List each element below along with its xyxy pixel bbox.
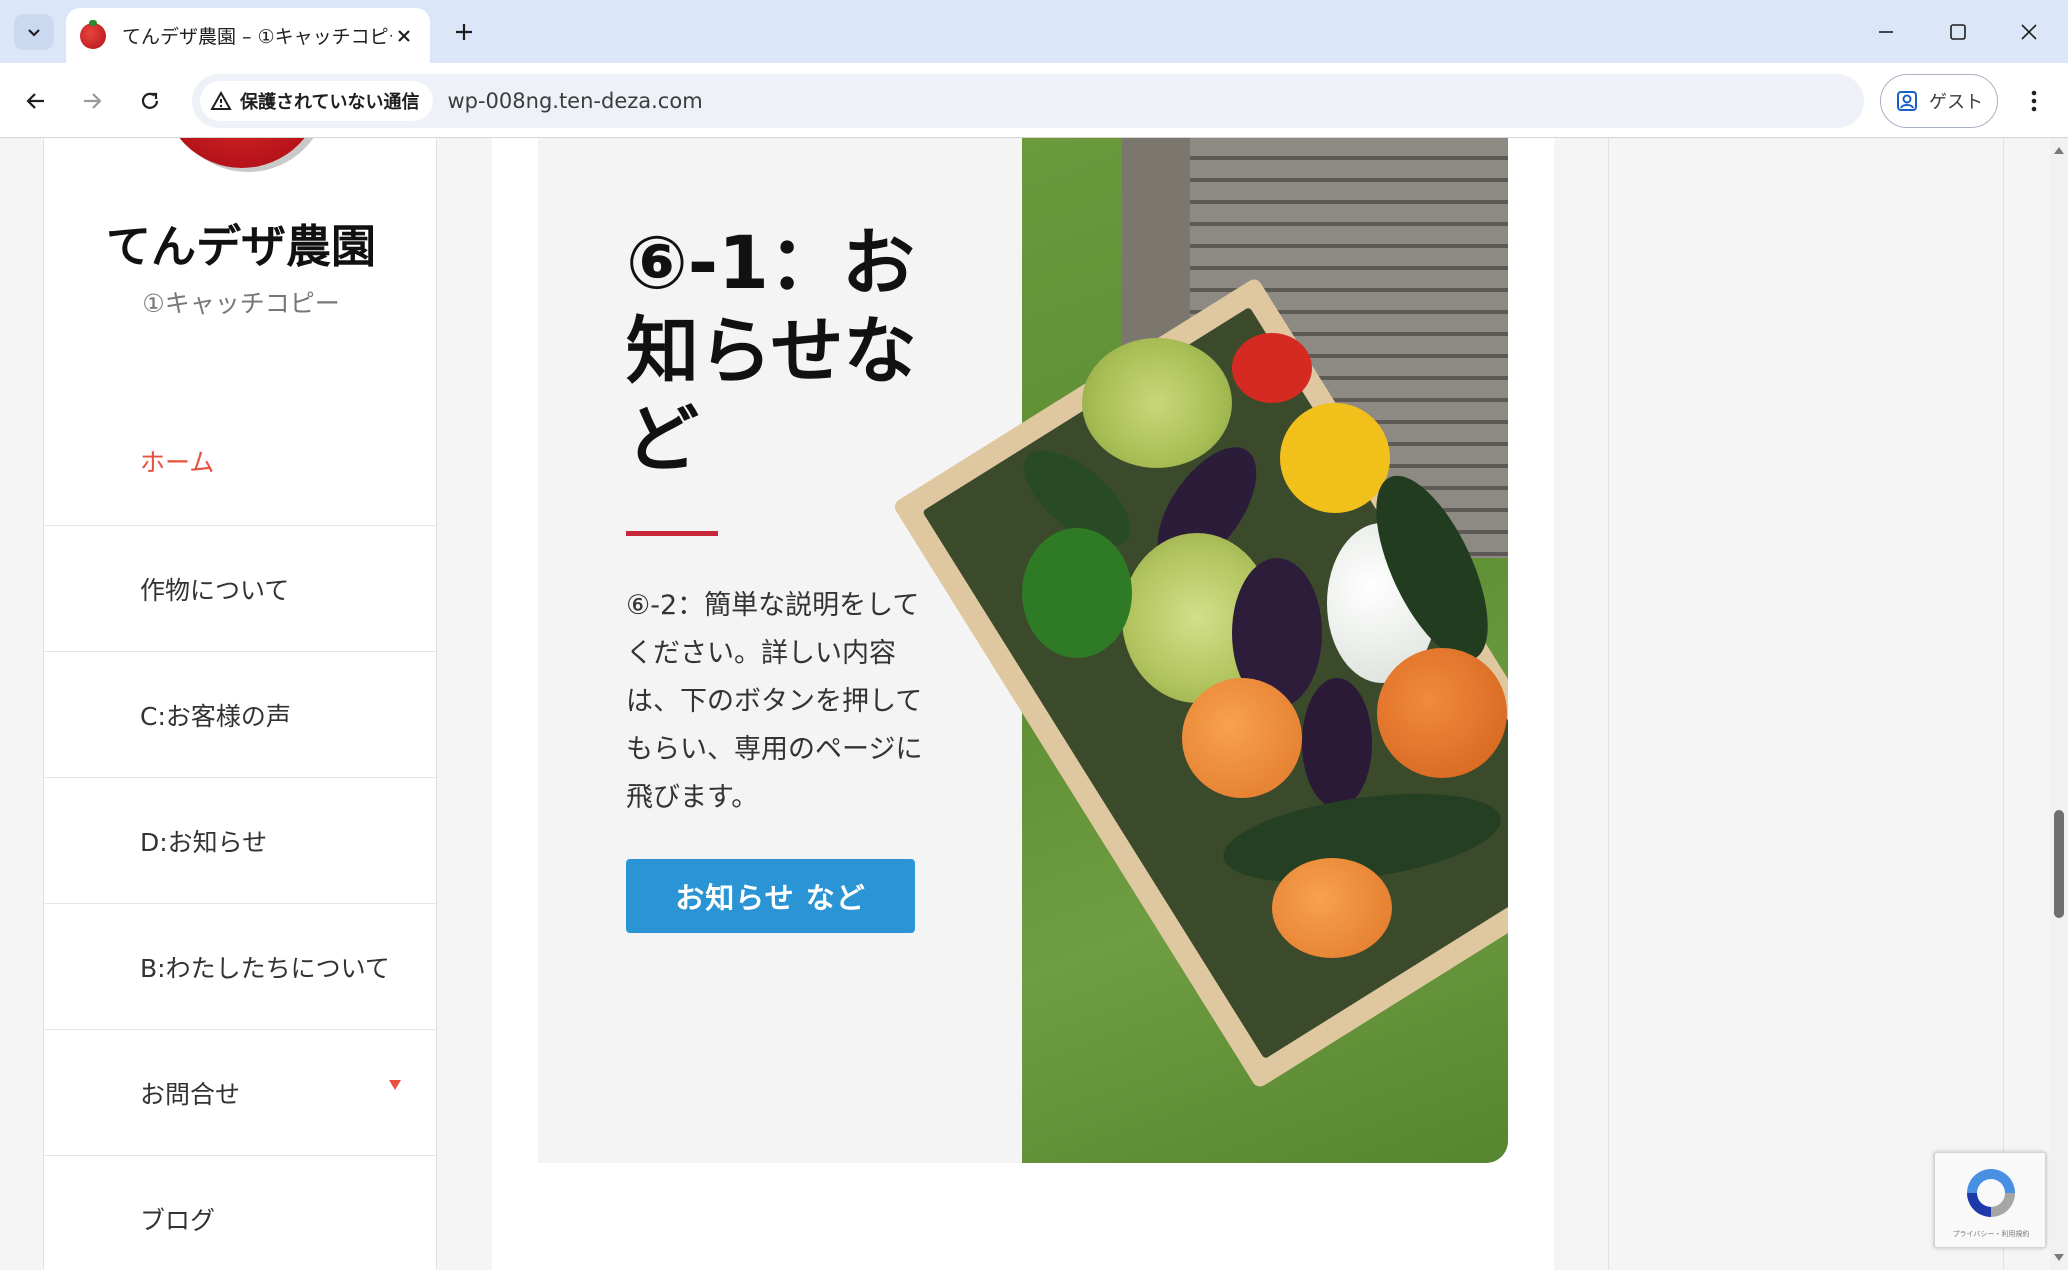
recaptcha-terms[interactable]: プライバシー・利用規約 — [1935, 1229, 2047, 1239]
new-tab-button[interactable] — [446, 14, 482, 50]
sidebar-item-blog[interactable]: ブログ — [44, 1155, 438, 1270]
security-indicator[interactable]: 保護されていない通信 — [200, 81, 434, 121]
sidebar-item-testimonials[interactable]: C:お客様の声 — [44, 651, 438, 777]
minimize-button[interactable] — [1856, 8, 1916, 56]
scroll-up-icon[interactable] — [2053, 144, 2065, 156]
more-vertical-icon — [2031, 90, 2037, 112]
close-icon — [2021, 24, 2037, 40]
forward-button[interactable] — [70, 79, 114, 123]
reload-button[interactable] — [128, 79, 172, 123]
minimize-icon — [1879, 31, 1893, 33]
recaptcha-badge[interactable]: プライバシー・利用規約 — [1934, 1152, 2046, 1248]
window-close-button[interactable] — [1999, 8, 2059, 56]
photo-red-pepper — [1232, 333, 1312, 403]
url-text: wp-008ng.ten-deza.com — [447, 89, 703, 113]
arrow-right-icon — [84, 93, 102, 109]
profile-button[interactable]: ゲスト — [1880, 74, 1998, 128]
photo-green-pepper — [1022, 528, 1132, 658]
sidebar-item-label: ホーム — [140, 448, 215, 477]
maximize-icon — [1950, 24, 1966, 40]
browser-toolbar: 保護されていない通信 wp-008ng.ten-deza.com ゲスト — [0, 63, 2068, 138]
browser-menu-button[interactable] — [2012, 79, 2056, 123]
site-tagline: ①キャッチコピー — [142, 289, 340, 318]
feature-description: ⑥-2：簡単な説明をしてください。詳しい内容は、下のボタンを押してもらい、専用の… — [626, 590, 923, 813]
photo-yellow-pepper — [1280, 403, 1390, 513]
photo-orange-2 — [1272, 858, 1392, 958]
tomato-logo[interactable] — [162, 138, 322, 168]
sidebar-item-label: B:わたしたちについて — [140, 953, 390, 983]
heading-divider — [626, 531, 718, 536]
plus-icon — [456, 24, 472, 40]
photo-grapes — [1082, 338, 1232, 468]
maximize-button[interactable] — [1928, 8, 1988, 56]
address-bar[interactable]: 保護されていない通信 wp-008ng.ten-deza.com — [192, 74, 1864, 128]
browser-tab-active[interactable]: てんデザ農園 – ①キャッチコピー — [66, 8, 430, 63]
profile-icon — [1897, 91, 1917, 111]
site-sidebar: てんデザ農園 ①キャッチコピー ホーム 作物について C:お客様の声 D:お知ら… — [43, 138, 438, 1270]
sidebar-item-label: D:お知らせ — [140, 827, 268, 857]
warning-icon — [210, 91, 232, 110]
tab-search-button[interactable] — [14, 14, 54, 50]
page-scrollbar[interactable] — [2050, 138, 2068, 1270]
sidebar-item-news[interactable]: D:お知らせ — [44, 777, 438, 903]
close-icon — [398, 29, 410, 42]
sidebar-item-label: ブログ — [140, 1205, 216, 1235]
tab-title: てんデザ農園 – ①キャッチコピー — [122, 26, 392, 48]
right-column — [1608, 138, 2004, 1270]
recaptcha-icon — [1967, 1169, 2015, 1217]
sidebar-item-contact[interactable]: お問合せ — [44, 1029, 438, 1155]
reload-icon — [141, 92, 159, 109]
site-title[interactable]: てんデザ農園 — [44, 210, 438, 275]
tomato-favicon-icon — [80, 19, 106, 49]
sidebar-menu: ホーム 作物について C:お客様の声 D:お知らせ B:わたしたちについて お問… — [44, 448, 438, 1270]
sidebar-item-about[interactable]: B:わたしたちについて — [44, 903, 438, 1029]
profile-label: ゲスト — [1929, 92, 1983, 113]
scroll-thumb[interactable] — [2054, 810, 2064, 918]
sidebar-item-home[interactable]: ホーム — [44, 397, 438, 525]
submenu-arrow-icon[interactable] — [389, 1080, 401, 1090]
feature-heading: ⑥-1：お知らせなど — [626, 221, 917, 482]
security-label: 保護されていない通信 — [240, 92, 420, 113]
tab-strip: てんデザ農園 – ①キャッチコピー — [0, 0, 2068, 63]
chevron-down-icon — [28, 29, 40, 37]
vegetable-crate-photo — [891, 138, 1508, 1163]
news-feature-section: ⑥-1：お知らせなど ⑥-2：簡単な説明をしてください。詳しい内容は、下のボタン… — [538, 138, 1508, 1163]
photo-orange-1 — [1182, 678, 1302, 798]
photo-eggplant-3 — [1302, 678, 1372, 808]
sidebar-item-label: C:お客様の声 — [140, 701, 291, 731]
scroll-down-icon[interactable] — [2053, 1252, 2065, 1264]
sidebar-item-crops[interactable]: 作物について — [44, 525, 438, 651]
news-button[interactable]: お知らせ など — [626, 859, 915, 933]
back-button[interactable] — [14, 79, 58, 123]
arrow-left-icon — [26, 93, 44, 109]
photo-pumpkin — [1377, 648, 1507, 778]
page-viewport: てんデザ農園 ①キャッチコピー ホーム 作物について C:お客様の声 D:お知ら… — [0, 138, 2050, 1270]
main-content: ⑥-1：お知らせなど ⑥-2：簡単な説明をしてください。詳しい内容は、下のボタン… — [492, 138, 1554, 1270]
sidebar-item-label: お問合せ — [140, 1079, 241, 1109]
sidebar-item-label: 作物について — [140, 575, 290, 605]
close-tab-button[interactable] — [392, 24, 416, 48]
